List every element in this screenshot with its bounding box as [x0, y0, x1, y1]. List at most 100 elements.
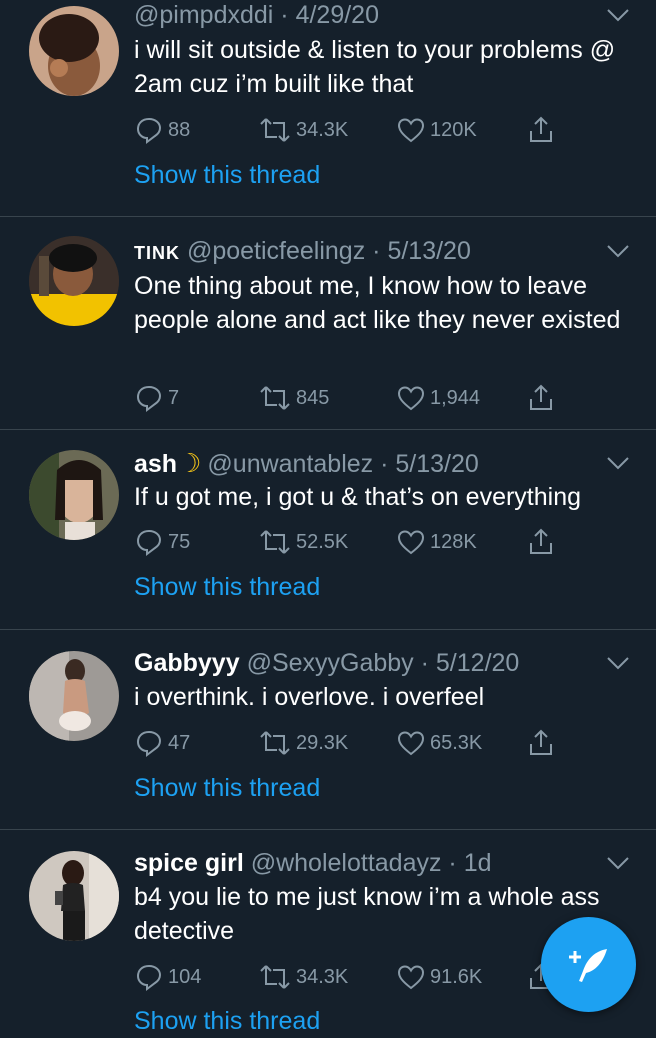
reply-button[interactable]: 7	[134, 381, 179, 415]
show-thread-link[interactable]: Show this thread	[134, 158, 320, 192]
compose-tweet-button[interactable]	[541, 917, 636, 1012]
separator: ·	[413, 649, 436, 677]
avatar[interactable]	[29, 236, 119, 326]
like-button[interactable]: 120K	[396, 113, 477, 147]
tweet-header: TINK @poeticfeelingz · 5/13/20	[134, 233, 586, 269]
chevron-down-icon[interactable]	[606, 656, 630, 670]
like-count: 128K	[430, 530, 477, 553]
avatar[interactable]	[29, 651, 119, 741]
handle[interactable]: @poeticfeelingz	[187, 237, 365, 265]
tweet-header: Gabbyyy @SexyyGabby · 5/12/20	[134, 645, 586, 681]
reply-icon	[136, 730, 162, 757]
like-count: 1,944	[430, 386, 481, 409]
like-button[interactable]: 91.6K	[396, 960, 482, 994]
tweet-actions: 88 34.3K 120K	[134, 113, 656, 147]
retweet-count: 52.5K	[296, 530, 349, 553]
retweet-button[interactable]: 52.5K	[258, 525, 348, 559]
tweet[interactable]: @pimpdxddi · 4/29/20 i will sit outside …	[0, 0, 656, 217]
tweet[interactable]: TINK @poeticfeelingz · 5/13/20 One thing…	[0, 217, 656, 430]
like-button[interactable]: 1,944	[396, 381, 480, 415]
tweet[interactable]: ash☽ @unwantablez · 5/13/20 If u got me, …	[0, 430, 656, 630]
tweet-actions: 75 52.5K 128K	[134, 525, 656, 559]
share-icon	[530, 116, 552, 142]
avatar[interactable]	[29, 450, 119, 540]
heart-icon	[397, 965, 425, 990]
compose-tweet-icon	[568, 948, 607, 982]
like-count: 120K	[430, 118, 477, 141]
share-button[interactable]	[526, 525, 560, 559]
avatar[interactable]	[29, 6, 119, 96]
tweet-text: i overthink. i overlove. i overfeel	[134, 683, 485, 711]
share-icon	[530, 528, 552, 554]
display-name[interactable]: spice girl	[134, 849, 244, 877]
share-button[interactable]	[526, 726, 560, 760]
retweet-icon	[260, 530, 290, 554]
separator: ·	[365, 237, 388, 265]
reply-count: 104	[168, 965, 202, 988]
tweet-date[interactable]: 5/12/20	[436, 649, 519, 677]
tweet-date[interactable]: 1d	[464, 849, 492, 877]
handle[interactable]: @wholelottadayz	[251, 849, 442, 877]
share-icon	[530, 729, 552, 755]
share-button[interactable]	[526, 113, 560, 147]
retweet-count: 34.3K	[296, 118, 349, 141]
display-name[interactable]: Gabbyyy	[134, 649, 240, 677]
show-thread-link[interactable]: Show this thread	[134, 771, 320, 805]
handle[interactable]: @SexyyGabby	[247, 649, 414, 677]
retweet-count: 29.3K	[296, 731, 349, 754]
reply-button[interactable]: 88	[134, 113, 190, 147]
retweet-button[interactable]: 29.3K	[258, 726, 348, 760]
retweet-count: 34.3K	[296, 965, 349, 988]
heart-icon	[397, 386, 425, 411]
like-count: 65.3K	[430, 731, 483, 754]
tweet-header: ash☽ @unwantablez · 5/13/20	[134, 445, 586, 481]
reply-button[interactable]: 47	[134, 726, 190, 760]
show-thread-link[interactable]: Show this thread	[134, 1004, 320, 1038]
tweet-text: One thing about me, I know how to leave …	[134, 272, 621, 334]
tweet-date[interactable]: 5/13/20	[387, 237, 470, 265]
chevron-down-icon[interactable]	[606, 456, 630, 470]
heart-icon	[397, 118, 425, 143]
show-thread-link[interactable]: Show this thread	[134, 570, 320, 604]
chevron-down-icon[interactable]	[606, 856, 630, 870]
handle[interactable]: @unwantablez	[207, 450, 373, 478]
separator: ·	[273, 1, 296, 29]
share-button[interactable]	[526, 381, 560, 415]
retweet-icon	[260, 386, 290, 410]
reply-count: 88	[168, 118, 191, 141]
tweet-date[interactable]: 5/13/20	[395, 450, 478, 478]
tweet-text: If u got me, i got u & that’s on everyth…	[134, 483, 582, 511]
retweet-button[interactable]: 34.3K	[258, 960, 348, 994]
like-button[interactable]: 65.3K	[396, 726, 482, 760]
tweet-header: @pimpdxddi · 4/29/20	[134, 0, 586, 33]
chevron-down-icon[interactable]	[606, 244, 630, 258]
avatar[interactable]	[29, 851, 119, 941]
tweet-date[interactable]: 4/29/20	[296, 1, 379, 29]
retweet-count: 845	[296, 386, 330, 409]
handle[interactable]: @pimpdxddi	[134, 1, 273, 29]
display-name[interactable]: TINK	[134, 243, 180, 263]
tweet-text: i will sit outside & listen to your prob…	[134, 36, 616, 98]
retweet-icon	[260, 731, 290, 755]
chevron-down-icon[interactable]	[606, 8, 630, 22]
reply-icon	[136, 385, 162, 412]
retweet-button[interactable]: 845	[258, 381, 329, 415]
tweet-actions: 7 845 1,944	[134, 381, 656, 415]
like-count: 91.6K	[430, 965, 483, 988]
reply-icon	[136, 964, 162, 991]
reply-button[interactable]: 104	[134, 960, 201, 994]
reply-count: 75	[168, 530, 191, 553]
retweet-button[interactable]: 34.3K	[258, 113, 348, 147]
tweet-header: spice girl @wholelottadayz · 1d	[134, 845, 586, 881]
heart-icon	[397, 731, 425, 756]
display-name[interactable]: ash	[134, 450, 177, 478]
retweet-icon	[260, 965, 290, 989]
reply-icon	[136, 529, 162, 556]
reply-button[interactable]: 75	[134, 525, 190, 559]
reply-count: 7	[168, 386, 180, 409]
tweet[interactable]: Gabbyyy @SexyyGabby · 5/12/20 i overthin…	[0, 630, 656, 830]
reply-count: 47	[168, 731, 191, 754]
like-button[interactable]: 128K	[396, 525, 477, 559]
heart-icon	[397, 530, 425, 555]
retweet-icon	[260, 118, 290, 142]
